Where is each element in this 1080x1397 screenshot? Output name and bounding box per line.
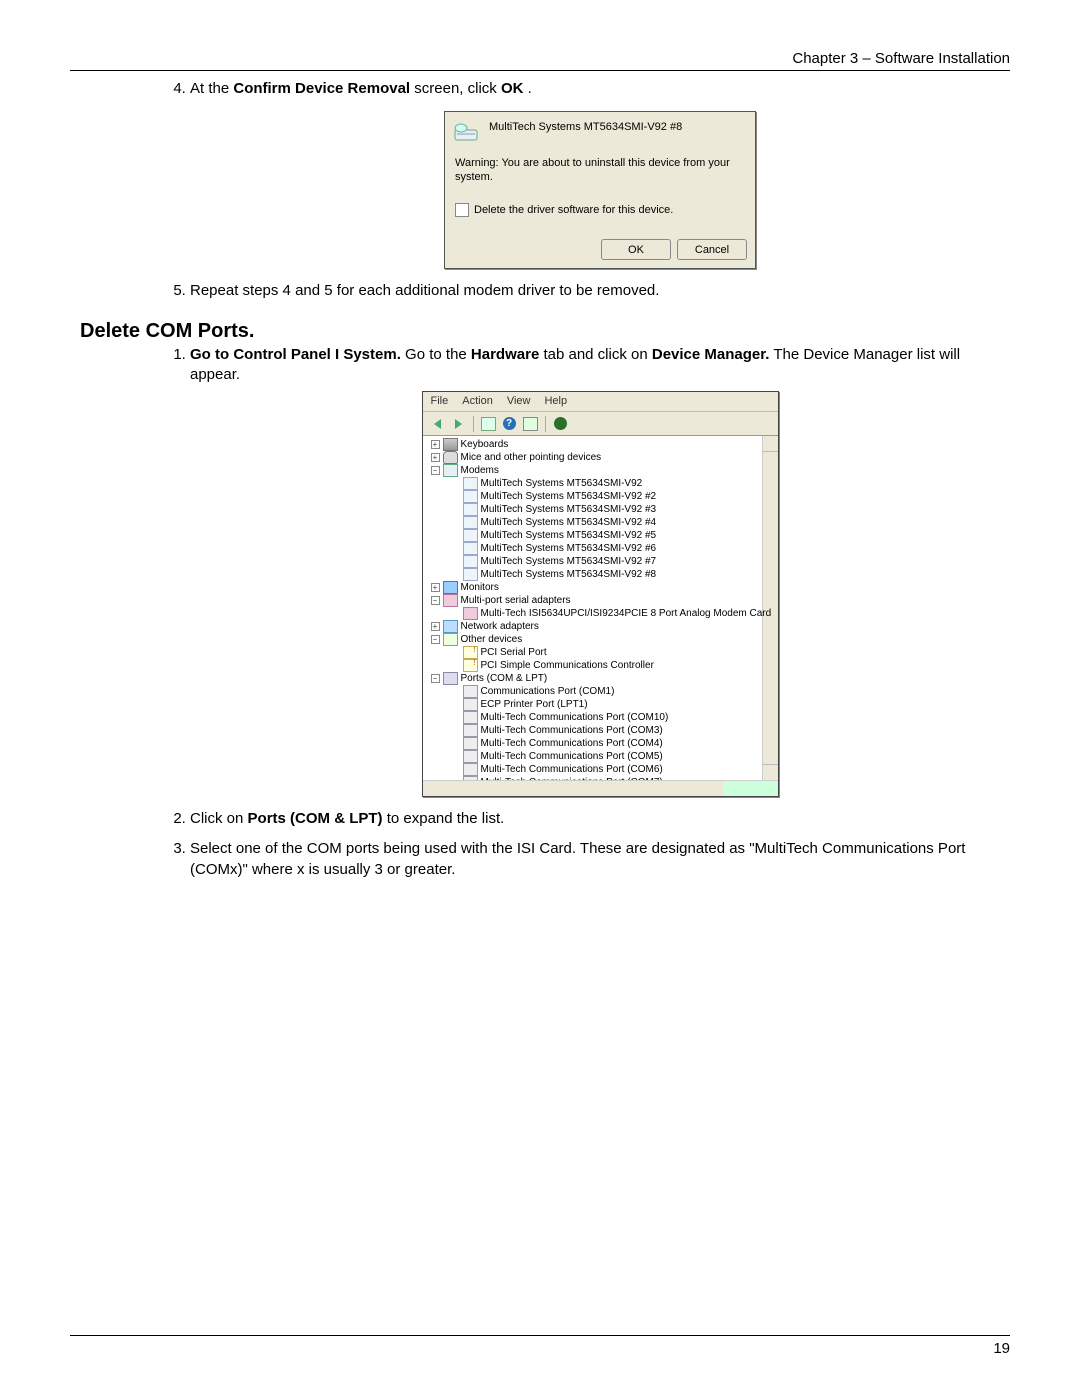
menubar: File Action View Help — [423, 392, 778, 412]
tree-node-port-item-icon — [463, 711, 478, 724]
menu-file[interactable]: File — [431, 394, 449, 409]
cancel-button[interactable]: Cancel — [677, 239, 747, 260]
tree-node-modem-item[interactable]: MultiTech Systems MT5634SMI-V92 #7 — [481, 555, 657, 569]
tree-node-keyboards[interactable]: Keyboards — [461, 438, 509, 452]
tree-node-modem-item[interactable]: MultiTech Systems MT5634SMI-V92 #4 — [481, 516, 657, 530]
tree-node-other-item[interactable]: PCI Serial Port — [481, 646, 547, 660]
tree-node-modem-item-icon — [463, 477, 478, 490]
horizontal-scrollbar[interactable] — [423, 780, 778, 796]
square-icon — [481, 417, 496, 431]
tree-node-port-item[interactable]: Multi-Tech Communications Port (COM3) — [481, 724, 663, 738]
tree-node-modem-item-icon — [463, 542, 478, 555]
sec-step-1: Go to Control Panel I System. Go to the … — [190, 345, 1010, 797]
tree-node-ports[interactable]: Ports (COM & LPT) — [461, 672, 548, 686]
device-manager-window: File Action View Help ? — [422, 391, 779, 797]
circle-icon — [554, 417, 567, 430]
toolbar-help-button[interactable]: ? — [501, 415, 518, 432]
tree-node-port-item[interactable]: Multi-Tech Communications Port (COM5) — [481, 750, 663, 764]
tree-node-multiport-card[interactable]: Multi-Tech ISI5634UPCI/ISI9234PCIE 8 Por… — [481, 607, 772, 621]
chapter-header: Chapter 3 – Software Installation — [70, 50, 1010, 67]
tree-node-modem-item-icon — [463, 516, 478, 529]
tree-node-multiport[interactable]: Multi-port serial adapters — [461, 594, 571, 608]
tree-node-port-item[interactable]: ECP Printer Port (LPT1) — [481, 698, 588, 712]
back-button[interactable] — [429, 415, 446, 432]
tree-node-modem-item[interactable]: MultiTech Systems MT5634SMI-V92 #6 — [481, 542, 657, 556]
device-tree: + Keyboards + Mice and other pointing devi… — [423, 436, 778, 780]
tree-node-port-item[interactable]: Communications Port (COM1) — [481, 685, 615, 699]
toolbar-button-3[interactable] — [522, 415, 539, 432]
confirm-device-removal-dialog: MultiTech Systems MT5634SMI-V92 #8 Warni… — [444, 111, 756, 269]
tree-node-port-item[interactable]: Multi-Tech Communications Port (COM4) — [481, 737, 663, 751]
help-icon: ? — [503, 417, 516, 430]
toolbar: ? — [423, 412, 778, 436]
menu-view[interactable]: View — [507, 394, 531, 409]
tree-node-port-item-icon — [463, 724, 478, 737]
sec-step-3: Select one of the COM ports being used w… — [190, 839, 1010, 880]
tree-node-other[interactable]: Other devices — [461, 633, 523, 647]
menu-action[interactable]: Action — [462, 394, 493, 409]
tree-node-modem-item-icon — [463, 568, 478, 581]
delete-driver-checkbox[interactable] — [455, 203, 469, 217]
tree-node-monitors[interactable]: Monitors — [461, 581, 499, 595]
monitor-icon — [443, 581, 458, 594]
sec-step-2: Click on Ports (COM & LPT) to expand the… — [190, 809, 1010, 829]
page-number: 19 — [70, 1340, 1010, 1357]
expand-toggle[interactable]: + — [431, 440, 440, 449]
tree-node-port-item-icon — [463, 750, 478, 763]
tree-node-modem-item-icon — [463, 490, 478, 503]
tree-node-port-item[interactable]: Multi-Tech Communications Port (COM10) — [481, 711, 669, 725]
section-title-delete-com-ports: Delete COM Ports. — [80, 320, 1010, 343]
mouse-icon — [443, 451, 458, 464]
tree-node-modem-item-icon — [463, 529, 478, 542]
tree-node-modem-item[interactable]: MultiTech Systems MT5634SMI-V92 #2 — [481, 490, 657, 504]
header-rule — [70, 70, 1010, 71]
step-4: At the Confirm Device Removal screen, cl… — [190, 79, 1010, 269]
expand-toggle[interactable]: + — [431, 453, 440, 462]
tree-node-modem-item[interactable]: MultiTech Systems MT5634SMI-V92 — [481, 477, 643, 491]
toolbar-button-4[interactable] — [552, 415, 569, 432]
tree-node-other-item-icon — [463, 659, 478, 672]
menu-help[interactable]: Help — [544, 394, 567, 409]
tree-node-modem-item[interactable]: MultiTech Systems MT5634SMI-V92 #3 — [481, 503, 657, 517]
tree-node-modem-item[interactable]: MultiTech Systems MT5634SMI-V92 #5 — [481, 529, 657, 543]
serial-adapter-icon — [443, 594, 458, 607]
collapse-toggle[interactable]: − — [431, 466, 440, 475]
tree-node-port-item-icon — [463, 698, 478, 711]
tree-node-other-item[interactable]: PCI Simple Communications Controller — [481, 659, 654, 673]
footer-rule — [70, 1335, 1010, 1336]
tree-node-modem-item[interactable]: MultiTech Systems MT5634SMI-V92 #8 — [481, 568, 657, 582]
arrow-left-icon — [434, 419, 441, 429]
tree-node-network[interactable]: Network adapters — [461, 620, 539, 634]
collapse-toggle[interactable]: − — [431, 635, 440, 644]
modem-icon — [453, 120, 481, 149]
other-devices-icon — [443, 633, 458, 646]
tree-node-modem-item-icon — [463, 555, 478, 568]
tree-node-port-item-icon — [463, 737, 478, 750]
tree-node-port-item[interactable]: Multi-Tech Communications Port (COM6) — [481, 763, 663, 777]
step-5: Repeat steps 4 and 5 for each additional… — [190, 281, 1010, 301]
collapse-toggle[interactable]: − — [431, 674, 440, 683]
delete-driver-label: Delete the driver software for this devi… — [474, 203, 673, 218]
modem-group-icon — [443, 464, 458, 477]
forward-button[interactable] — [450, 415, 467, 432]
dialog-device-name: MultiTech Systems MT5634SMI-V92 #8 — [489, 120, 682, 135]
expand-toggle[interactable]: + — [431, 622, 440, 631]
tree-node-port-item-icon — [463, 763, 478, 776]
dialog-warning-text: Warning: You are about to uninstall this… — [445, 151, 755, 199]
ok-button[interactable]: OK — [601, 239, 671, 260]
square2-icon — [523, 417, 538, 431]
port-group-icon — [443, 672, 458, 685]
arrow-right-icon — [455, 419, 462, 429]
tree-node-modem-item-icon — [463, 503, 478, 516]
collapse-toggle[interactable]: − — [431, 596, 440, 605]
network-icon — [443, 620, 458, 633]
tree-node-mice[interactable]: Mice and other pointing devices — [461, 451, 602, 465]
tree-node-port-item-icon — [463, 685, 478, 698]
serial-adapter-icon — [463, 607, 478, 620]
keyboard-icon — [443, 438, 458, 451]
toolbar-button-1[interactable] — [480, 415, 497, 432]
expand-toggle[interactable]: + — [431, 583, 440, 592]
tree-node-modems[interactable]: Modems — [461, 464, 499, 478]
